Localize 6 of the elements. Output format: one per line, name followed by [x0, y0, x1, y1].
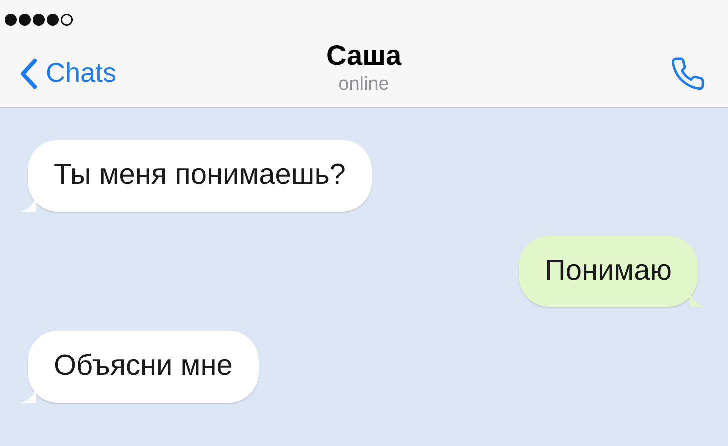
back-button[interactable]: Chats [20, 53, 117, 94]
phone-icon [670, 56, 706, 92]
contact-status: online [338, 73, 390, 97]
contact-name: Саша [326, 40, 402, 72]
chevron-left-icon [20, 58, 38, 90]
signal-icon [4, 13, 74, 27]
